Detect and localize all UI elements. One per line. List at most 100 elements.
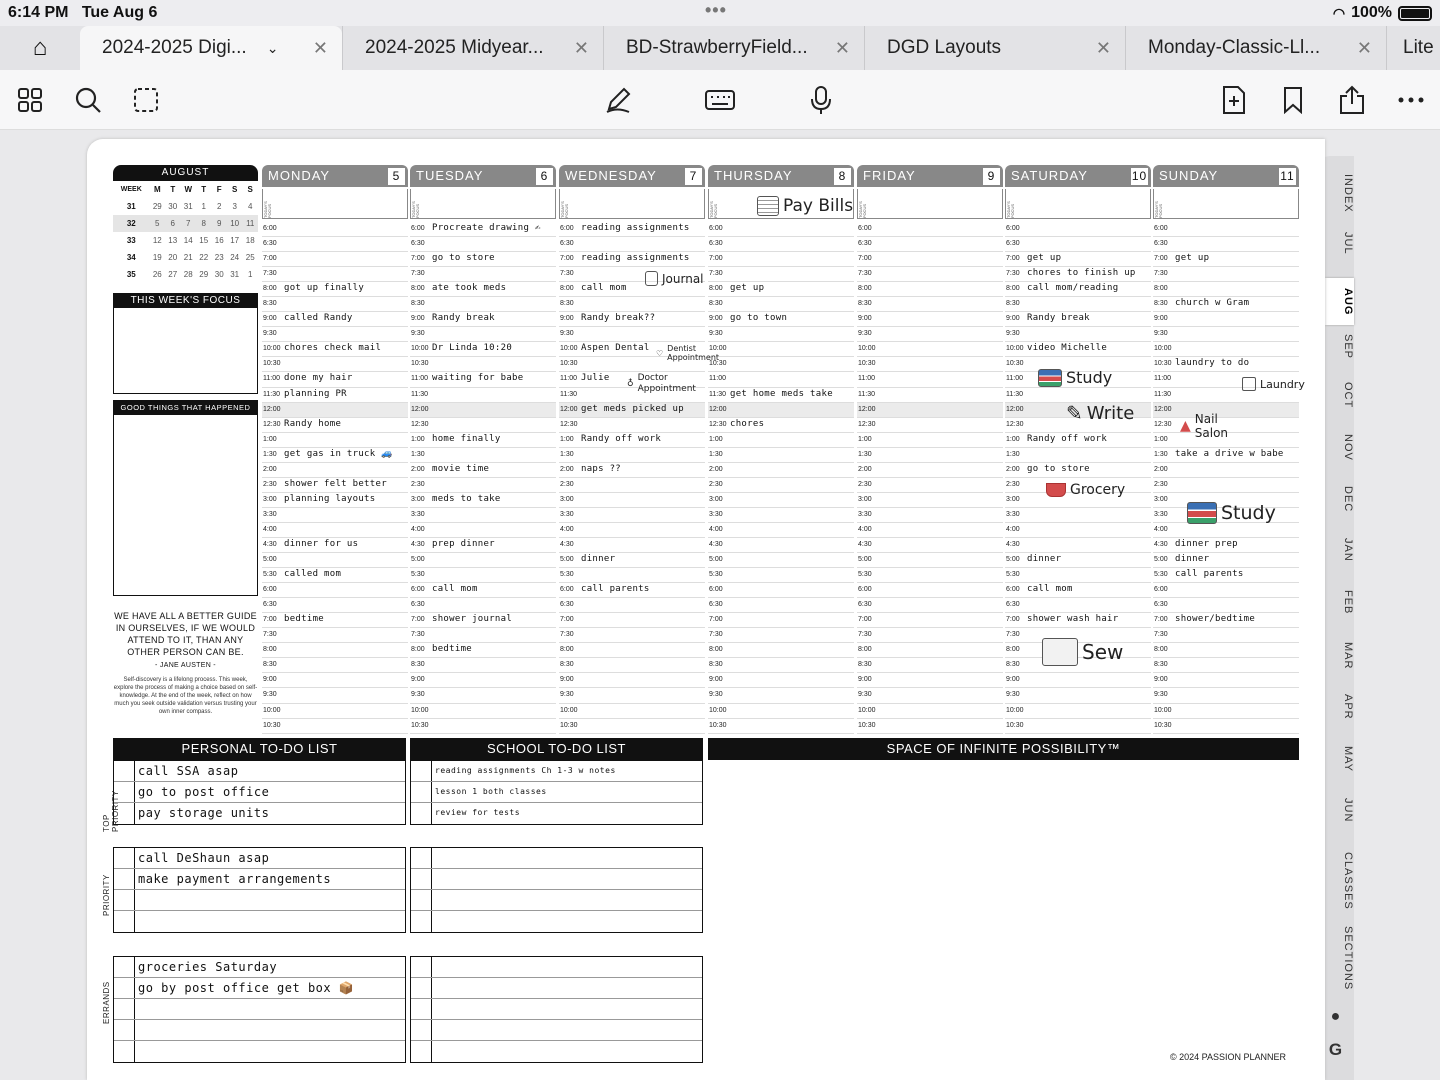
mini-calendar-day[interactable]: 22 bbox=[196, 249, 211, 266]
handwritten-entry[interactable]: Randy break?? bbox=[581, 313, 655, 323]
mini-calendar-day[interactable]: 6 bbox=[165, 215, 181, 232]
time-slot[interactable]: 9:00 bbox=[559, 673, 705, 689]
handwritten-entry[interactable]: prep dinner bbox=[432, 539, 495, 549]
todays-focus-box[interactable]: TODAY'S FOCUS bbox=[1005, 189, 1151, 219]
time-slot[interactable]: 9:00 Randy break bbox=[410, 312, 556, 328]
multitask-dots-icon[interactable]: ••• bbox=[705, 0, 727, 21]
mini-calendar-day[interactable]: 16 bbox=[211, 232, 226, 249]
mini-calendar-day[interactable]: 28 bbox=[181, 266, 196, 283]
mini-calendar-day[interactable]: 14 bbox=[181, 232, 196, 249]
time-slot[interactable]: 8:30 bbox=[410, 297, 556, 313]
time-slot[interactable]: 11:00 done my hair bbox=[262, 372, 408, 388]
time-slot[interactable]: 2:30 bbox=[708, 478, 854, 493]
time-slot[interactable]: 9:00 bbox=[1153, 312, 1299, 328]
time-slot[interactable]: 8:00 bbox=[262, 643, 408, 659]
time-slot[interactable]: 4:00 bbox=[262, 523, 408, 538]
time-slot[interactable]: 4:00 bbox=[410, 523, 556, 538]
mini-calendar-day[interactable]: 1 bbox=[196, 198, 211, 215]
time-slot[interactable]: 5:00 dinner bbox=[559, 553, 705, 569]
time-slot[interactable]: 2:30 bbox=[559, 478, 705, 493]
handwritten-entry[interactable]: go to store bbox=[1027, 464, 1090, 474]
handwritten-entry[interactable]: get meds picked up bbox=[581, 404, 684, 414]
mini-calendar-day[interactable]: 30 bbox=[211, 266, 226, 283]
todo-item[interactable] bbox=[114, 1041, 405, 1062]
time-slot[interactable]: 6:00 bbox=[857, 583, 1003, 599]
time-slot[interactable]: 8:30 bbox=[708, 297, 854, 313]
todo-box-school-errands[interactable] bbox=[410, 956, 703, 1063]
bookmark-icon[interactable] bbox=[1275, 82, 1311, 118]
time-slot[interactable]: 12:30 bbox=[857, 418, 1003, 433]
time-slot[interactable]: 2:30 bbox=[1153, 478, 1299, 493]
handwritten-entry[interactable]: chores check mail bbox=[284, 343, 381, 353]
mini-calendar-day[interactable]: 5 bbox=[149, 215, 166, 232]
time-slot[interactable]: 1:30 take a drive w babe bbox=[1153, 448, 1299, 463]
time-slot[interactable]: 5:30 bbox=[857, 568, 1003, 584]
todo-item[interactable]: call DeShaun asap bbox=[114, 848, 405, 869]
handwritten-entry[interactable]: planning PR bbox=[284, 389, 347, 399]
todo-item[interactable]: call SSA asap bbox=[114, 761, 405, 782]
time-slot[interactable]: 5:00 bbox=[262, 553, 408, 569]
time-slot[interactable]: 7:00 bedtime bbox=[262, 613, 408, 629]
time-slot[interactable]: 6:30 bbox=[1153, 598, 1299, 614]
mini-calendar-day[interactable]: 27 bbox=[165, 266, 180, 283]
good-things-box[interactable] bbox=[113, 415, 258, 596]
time-slot[interactable]: 6:00 call mom bbox=[410, 583, 556, 599]
tab-5[interactable]: Monday-Classic-Ll... ✕ bbox=[1125, 26, 1386, 70]
time-slot[interactable]: 8:30 bbox=[1153, 658, 1299, 674]
time-slot[interactable]: 9:30 bbox=[708, 688, 854, 704]
time-slot[interactable]: 5:30 called mom bbox=[262, 568, 408, 584]
day-number[interactable]: 10 bbox=[1131, 168, 1148, 185]
mini-calendar-day[interactable]: 17 bbox=[227, 232, 242, 249]
grid-icon[interactable] bbox=[12, 82, 48, 118]
handwritten-entry[interactable]: dinner for us bbox=[284, 539, 358, 549]
time-slot[interactable]: 6:30 bbox=[708, 237, 854, 253]
time-slot[interactable]: 4:00 bbox=[559, 523, 705, 538]
time-slot[interactable]: 5:30 bbox=[410, 568, 556, 584]
handwritten-entry[interactable]: Procreate drawing ✍ bbox=[432, 223, 541, 233]
handwritten-entry[interactable]: video Michelle bbox=[1027, 343, 1107, 353]
time-slot[interactable]: 2:00 bbox=[708, 463, 854, 478]
time-slot[interactable]: 8:00 bbox=[1153, 643, 1299, 659]
day-number[interactable]: 7 bbox=[685, 168, 702, 185]
time-slot[interactable]: 12:00 bbox=[857, 402, 1003, 418]
time-slot[interactable]: 6:00 bbox=[262, 583, 408, 599]
todo-item[interactable] bbox=[411, 890, 702, 911]
day-number[interactable]: 8 bbox=[834, 168, 851, 185]
time-slot[interactable]: 10:30 bbox=[1153, 719, 1299, 734]
time-slot[interactable]: 1:30 bbox=[708, 448, 854, 463]
time-slot[interactable]: 9:30 bbox=[1005, 688, 1151, 704]
time-slot[interactable]: 6:00 call mom bbox=[1005, 583, 1151, 599]
todo-item[interactable] bbox=[114, 999, 405, 1020]
close-icon[interactable]: ✕ bbox=[1357, 38, 1372, 59]
todo-item[interactable] bbox=[411, 1020, 702, 1041]
day-header[interactable]: WEDNESDAY 7 bbox=[559, 165, 705, 187]
todays-focus-box[interactable]: TODAY'S FOCUS bbox=[410, 189, 556, 219]
time-slot[interactable]: 10:00 video Michelle bbox=[1005, 342, 1151, 358]
handwritten-entry[interactable]: planning layouts bbox=[284, 494, 376, 504]
time-slot[interactable]: 2:00 bbox=[262, 463, 408, 478]
lasso-icon[interactable] bbox=[128, 82, 164, 118]
time-slot[interactable]: 6:00 bbox=[708, 222, 854, 238]
handwritten-entry[interactable]: dinner bbox=[1027, 554, 1061, 564]
time-slot[interactable]: 11:00 bbox=[708, 372, 854, 388]
home-icon[interactable]: ⌂ bbox=[0, 26, 80, 70]
day-number[interactable]: 6 bbox=[536, 168, 553, 185]
time-slot[interactable]: 9:00 bbox=[410, 673, 556, 689]
time-slot[interactable]: 10:30 bbox=[857, 357, 1003, 373]
close-icon[interactable]: ✕ bbox=[835, 38, 850, 59]
mini-calendar-day[interactable]: 31 bbox=[181, 198, 196, 215]
todo-item[interactable]: reading assignments Ch 1-3 w notes bbox=[411, 761, 702, 782]
mini-calendar-day[interactable]: 4 bbox=[242, 198, 258, 215]
handwritten-entry[interactable]: Randy break bbox=[1027, 313, 1090, 323]
time-slot[interactable]: 10:00 chores check mail bbox=[262, 342, 408, 358]
time-slot[interactable]: 7:30 bbox=[262, 628, 408, 644]
time-slot[interactable]: 8:30 bbox=[857, 297, 1003, 313]
todo-item[interactable] bbox=[411, 1041, 702, 1062]
todo-item[interactable] bbox=[411, 999, 702, 1020]
handwritten-entry[interactable]: Dr Linda 10:20 bbox=[432, 343, 512, 353]
time-slot[interactable]: 7:30 bbox=[708, 628, 854, 644]
day-number[interactable]: 5 bbox=[388, 168, 405, 185]
time-slot[interactable]: 3:00 bbox=[857, 493, 1003, 508]
time-slot[interactable]: 9:00 bbox=[262, 673, 408, 689]
time-slot[interactable]: 9:30 bbox=[857, 688, 1003, 704]
